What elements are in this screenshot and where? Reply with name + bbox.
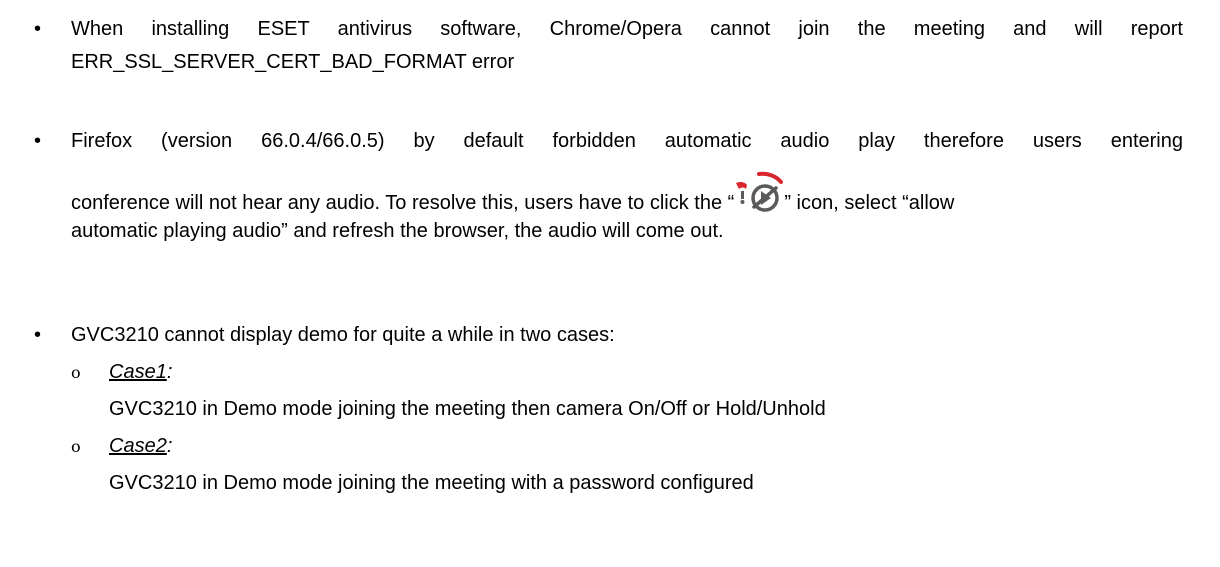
list-item-text: Firefox (version 66.0.4/66.0.5) by defau…	[71, 126, 1183, 246]
bullet-marker: •	[34, 18, 42, 40]
item-1-line-1: When installing ESET antivirus software,…	[71, 18, 1183, 40]
document-page: • When installing ESET antivirus softwar…	[0, 0, 1220, 567]
sub-bullet-marker: o	[71, 363, 81, 382]
case-1-text: GVC3210 in Demo mode joining the meeting…	[109, 398, 826, 420]
list-item-text: When installing ESET antivirus software,…	[71, 14, 1183, 77]
item-1-line-2: ERR_SSL_SERVER_CERT_BAD_FORMAT error	[71, 51, 515, 73]
case-1-label: Case1	[109, 361, 167, 383]
autoplay-blocked-icon	[735, 171, 784, 215]
bullet-marker: •	[34, 130, 42, 152]
item-2-line-2: conference will not hear any audio. To r…	[71, 171, 1183, 218]
case-1-title: Case1:	[109, 357, 172, 387]
list-item-text: GVC3210 cannot display demo for quite a …	[71, 320, 1183, 350]
item-2-line-2-before: conference will not hear any audio. To r…	[71, 192, 735, 214]
item-3-line-1: GVC3210 cannot display demo for quite a …	[71, 324, 615, 346]
case-2-text: GVC3210 in Demo mode joining the meeting…	[109, 472, 754, 494]
item-2-line-3: automatic playing audio” and refresh the…	[71, 220, 724, 242]
item-2-line-1: Firefox (version 66.0.4/66.0.5) by defau…	[71, 130, 1183, 152]
case-2-colon: :	[166, 435, 173, 457]
bullet-marker: •	[34, 324, 42, 346]
case-2-title: Case2:	[109, 431, 172, 461]
case-1-colon: :	[166, 361, 173, 383]
case-2-label: Case2	[109, 435, 167, 457]
sub-bullet-marker: o	[71, 437, 81, 456]
item-2-line-2-after: ” icon, select “allow	[784, 192, 955, 214]
